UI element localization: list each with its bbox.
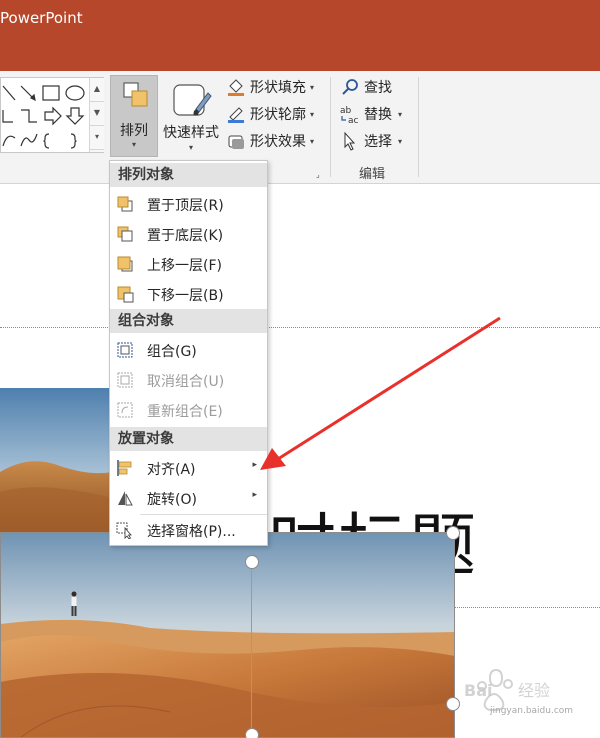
resize-handle-middle-right[interactable] [446, 697, 460, 711]
shapes-gallery-icons[interactable] [1, 78, 89, 154]
editing-group-label: 编辑 [359, 167, 386, 182]
quick-styles-caret: ▾ [188, 143, 193, 152]
watermark-url: jingyan.baidu.com [490, 706, 574, 716]
menu-item-send-to-back[interactable]: 置于底层(K) [110, 219, 267, 249]
menu-item-regroup[interactable]: 重新组合(E) [110, 395, 267, 425]
align-icon [117, 460, 132, 476]
resize-handle-top-center[interactable] [245, 555, 259, 569]
shape-outline-label: 形状轮廓 [250, 107, 306, 123]
pointer-icon [344, 131, 356, 151]
select-label: 选择 [364, 134, 392, 150]
shape-effects-icon [228, 135, 244, 149]
right-brace-icon [70, 133, 77, 149]
arrange-caret: ▾ [131, 140, 136, 149]
align-submenu-arrow-icon: ▸ [252, 460, 257, 470]
baidu-watermark-logo: Bai 经验 [464, 668, 550, 711]
title-placeholder-bottom-border [455, 607, 600, 608]
regroup-icon [117, 402, 133, 418]
shape-effects-caret: ▾ [310, 136, 315, 146]
menu-item-ungroup[interactable]: 取消组合(U) [110, 365, 267, 395]
arrange-icon [123, 82, 148, 107]
paint-bucket-icon [228, 79, 244, 96]
menu-item-rotate[interactable]: 旋转(O) ▸ [110, 483, 267, 513]
svg-text:ab: ab [340, 106, 352, 116]
gallery-scroll-down-icon[interactable]: ▼ [90, 102, 104, 126]
replace-label: 替换 [364, 107, 392, 123]
quick-styles-label: 快速样式 [163, 125, 219, 141]
down-arrow-shape-icon [65, 107, 85, 125]
ribbon: ▲ ▼ ▾ 排列 ▾ 快速样式 ▾ 形状填充 ▾ 形状轮廓 ▾ 形状效果 ▾ ⌟… [0, 71, 600, 184]
send-to-back-icon [117, 226, 133, 242]
menu-item-bring-to-front[interactable]: 置于顶层(R) [110, 189, 267, 219]
menu-item-bring-forward[interactable]: 上移一层(F) [110, 249, 267, 279]
bring-to-front-icon [117, 196, 133, 212]
right-arrow-shape-icon [44, 106, 62, 126]
desert-image [0, 388, 112, 532]
svg-text:ac: ac [348, 116, 359, 124]
curve-shape-icon [20, 133, 38, 147]
rotate-submenu-arrow-icon: ▸ [252, 490, 257, 500]
send-backward-icon [117, 286, 134, 303]
find-label: 查找 [364, 80, 392, 96]
shape-outline-button[interactable]: 形状轮廓 ▾ [226, 102, 314, 126]
rotate-icon [118, 491, 133, 506]
resize-handle-top-right[interactable] [446, 526, 460, 540]
quick-styles-icon [173, 84, 212, 116]
oval-shape-icon [65, 85, 85, 101]
svg-text:经验: 经验 [518, 681, 550, 700]
find-button[interactable]: 查找 [340, 75, 392, 99]
group-icon [117, 342, 133, 358]
menu-item-align[interactable]: 对齐(A) ▸ [110, 453, 267, 483]
magnifier-icon [342, 79, 358, 95]
arrange-label: 排列 [120, 123, 148, 139]
shape-outline-caret: ▾ [310, 109, 315, 119]
app-title: PowerPoint [0, 9, 83, 27]
svg-text:Bai: Bai [464, 681, 492, 700]
elbow-arrow-connector-icon [21, 109, 37, 123]
shape-fill-label: 形状填充 [250, 80, 306, 96]
menu-item-selection-pane[interactable]: 选择窗格(P)... [110, 515, 267, 545]
menu-item-send-backward[interactable]: 下移一层(B) [110, 279, 267, 309]
shape-effects-label: 形状效果 [250, 134, 306, 150]
group-separator [418, 77, 419, 177]
menu-item-group[interactable]: 组合(G) [110, 335, 267, 365]
selection-pane-icon [116, 522, 132, 539]
arc-shape-icon [2, 135, 16, 147]
title-placeholder-top-border [0, 327, 600, 328]
gallery-scrollbar[interactable]: ▲ ▼ ▾ [89, 78, 104, 152]
pen-outline-icon [228, 107, 244, 123]
select-caret: ▾ [398, 136, 403, 146]
bring-forward-icon [117, 256, 133, 272]
desert-photo-back[interactable] [0, 388, 112, 532]
shape-fill-caret: ▾ [310, 82, 315, 92]
selection-frame [0, 532, 455, 738]
drawing-launcher-icon[interactable]: ⌟ [316, 170, 320, 179]
replace-icon: ab ac [340, 106, 359, 124]
shapes-gallery[interactable]: ▲ ▼ ▾ [0, 77, 104, 153]
resize-handle-bottom-center[interactable] [245, 728, 259, 738]
menu-section-position-objects: 放置对象 [110, 427, 267, 451]
shape-effects-button[interactable]: 形状效果 ▾ [226, 129, 314, 153]
gallery-scroll-up-icon[interactable]: ▲ [90, 78, 104, 102]
ungroup-icon [117, 372, 133, 388]
replace-button[interactable]: ab ac 替换 ▾ [340, 102, 402, 126]
line-shape-icon [2, 85, 16, 101]
rectangle-shape-icon [42, 85, 60, 101]
arrange-dropdown-menu: 排列对象 置于顶层(R) 置于底层(K) 上移一层(F) 下移一层(B) 组合对… [109, 160, 268, 546]
menu-section-arrange-objects: 排列对象 [110, 163, 267, 187]
quick-styles-button[interactable]: 快速样式 ▾ [160, 75, 222, 157]
selection-guide-line [251, 562, 252, 738]
elbow-connector-icon [2, 110, 13, 123]
select-button[interactable]: 选择 ▾ [340, 129, 402, 153]
menu-section-group-objects: 组合对象 [110, 309, 267, 333]
shape-fill-button[interactable]: 形状填充 ▾ [226, 75, 314, 99]
left-brace-icon [43, 133, 50, 149]
arrange-button[interactable]: 排列 ▾ [110, 75, 158, 157]
gallery-more-icon[interactable]: ▾ [90, 126, 104, 150]
title-bar: PowerPoint [0, 0, 600, 71]
replace-caret: ▾ [398, 109, 403, 119]
group-separator [330, 77, 331, 177]
